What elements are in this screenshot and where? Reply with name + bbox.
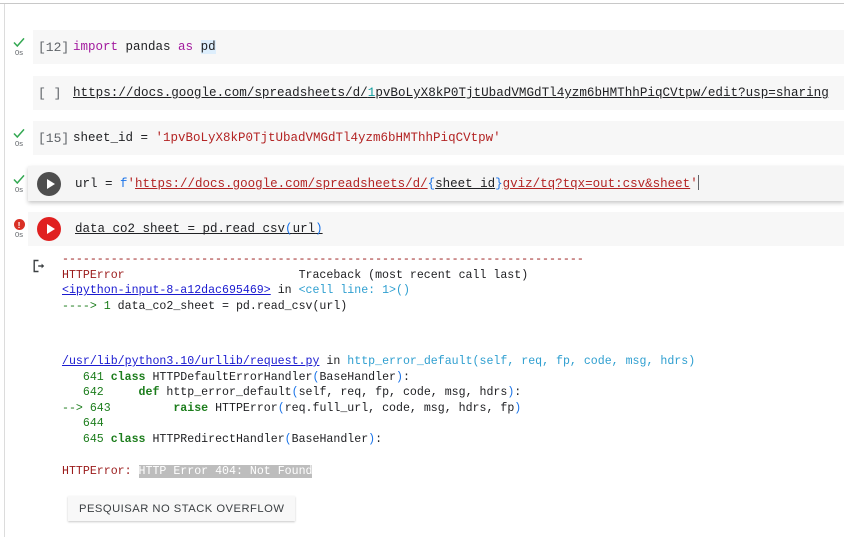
cell-code-area[interactable]: [12] import pandas as pd — [33, 30, 844, 64]
cell-status-gutter-empty — [5, 76, 33, 110]
frame-file-path[interactable]: /usr/lib/python3.10/urllib/request.py — [62, 355, 319, 368]
in-keyword: in — [277, 284, 292, 298]
frame-function-signature: http_error_default(self, req, fp, code, … — [347, 355, 696, 368]
cell-source-code[interactable]: url = f'https://docs.google.com/spreadsh… — [75, 175, 699, 192]
cell-line-ref: <cell line: 1>() — [298, 284, 410, 298]
cell-code-area[interactable]: [15] sheet_id = '1pvBoLyX8kP0TjtUbadVMGd… — [33, 121, 844, 155]
notebook-cell-list: 0s [12] import pandas as pd [ ] https://… — [5, 4, 844, 537]
red-error-icon[interactable]: ! — [13, 219, 25, 231]
error-label: HTTPError: — [62, 465, 132, 478]
cell-execution-count: [15] — [38, 130, 70, 146]
colab-notebook-root: 0s [12] import pandas as pd [ ] https://… — [0, 0, 844, 537]
error-line-marker: ----> 1 — [62, 299, 111, 313]
cell-elapsed-time: 0s — [15, 185, 23, 195]
notebook-cell-url-raw[interactable]: [ ] https://docs.google.com/spreadsheets… — [5, 76, 844, 110]
cell-code-area[interactable]: data_co2_sheet = pd.read_csv(url) — [28, 212, 844, 246]
play-icon — [46, 178, 55, 189]
green-check-icon — [13, 128, 25, 139]
run-cell-button[interactable] — [37, 217, 61, 241]
run-cell-button[interactable] — [37, 171, 61, 196]
ipython-input-link[interactable]: <ipython-input-8-a12dac695469> — [62, 284, 271, 297]
search-stack-overflow-button[interactable]: PESQUISAR NO STACK OVERFLOW — [68, 496, 296, 521]
exception-name: HTTPError — [62, 268, 125, 282]
cell-code-area[interactable]: [ ] https://docs.google.com/spreadsheets… — [33, 76, 844, 110]
cell-source-code[interactable]: data_co2_sheet = pd.read_csv(url) — [75, 221, 323, 237]
green-check-icon — [13, 37, 25, 48]
traceback-header: Traceback (most recent call last) — [298, 268, 529, 282]
error-summary-line: HTTPError: HTTP Error 404: Not Found — [62, 464, 313, 480]
output-export-icon[interactable] — [31, 258, 47, 274]
cell-status-gutter: 0s — [5, 121, 33, 155]
text-caret — [697, 175, 699, 190]
cell-code-area-active[interactable]: url = f'https://docs.google.com/spreadsh… — [28, 166, 844, 201]
cell-source-code[interactable]: sheet_id = '1pvBoLyX8kP0TjtUbadVMGdTl4yz… — [73, 130, 501, 146]
notebook-cell-url-fstring[interactable]: 0s url = f'https://docs.google.com/sprea… — [5, 163, 844, 205]
spreadsheet-url-text[interactable]: https://docs.google.com/spreadsheets/d/1… — [73, 86, 829, 100]
green-check-icon — [13, 174, 25, 185]
frame-source-block: /usr/lib/python3.10/urllib/request.py in… — [62, 355, 696, 446]
notebook-cell-sheet-id[interactable]: 0s [15] sheet_id = '1pvBoLyX8kP0TjtUbadV… — [5, 121, 844, 155]
traceback-text: ----------------------------------------… — [62, 252, 584, 314]
in-keyword: in — [326, 355, 341, 368]
error-line-code: data_co2_sheet = pd.read_csv(url) — [117, 299, 348, 313]
cell-status-gutter: 0s — [5, 30, 33, 64]
error-message: HTTP Error 404: Not Found — [138, 465, 313, 478]
cell-execution-count: [12] — [38, 39, 70, 55]
play-icon — [46, 224, 55, 234]
cell-elapsed-time: 0s — [15, 230, 23, 240]
notebook-cell-read-csv[interactable]: ! 0s data_co2_sheet = pd.read_csv(url) — [5, 212, 844, 246]
traceback-divider: ----------------------------------------… — [62, 253, 584, 266]
cell-elapsed-time: 0s — [15, 139, 23, 149]
notebook-cell-import[interactable]: 0s [12] import pandas as pd — [5, 30, 844, 64]
cell-source-code[interactable]: import pandas as pd — [73, 39, 216, 55]
cell-elapsed-time: 0s — [15, 48, 23, 58]
cell-execution-count: [ ] — [38, 85, 62, 101]
